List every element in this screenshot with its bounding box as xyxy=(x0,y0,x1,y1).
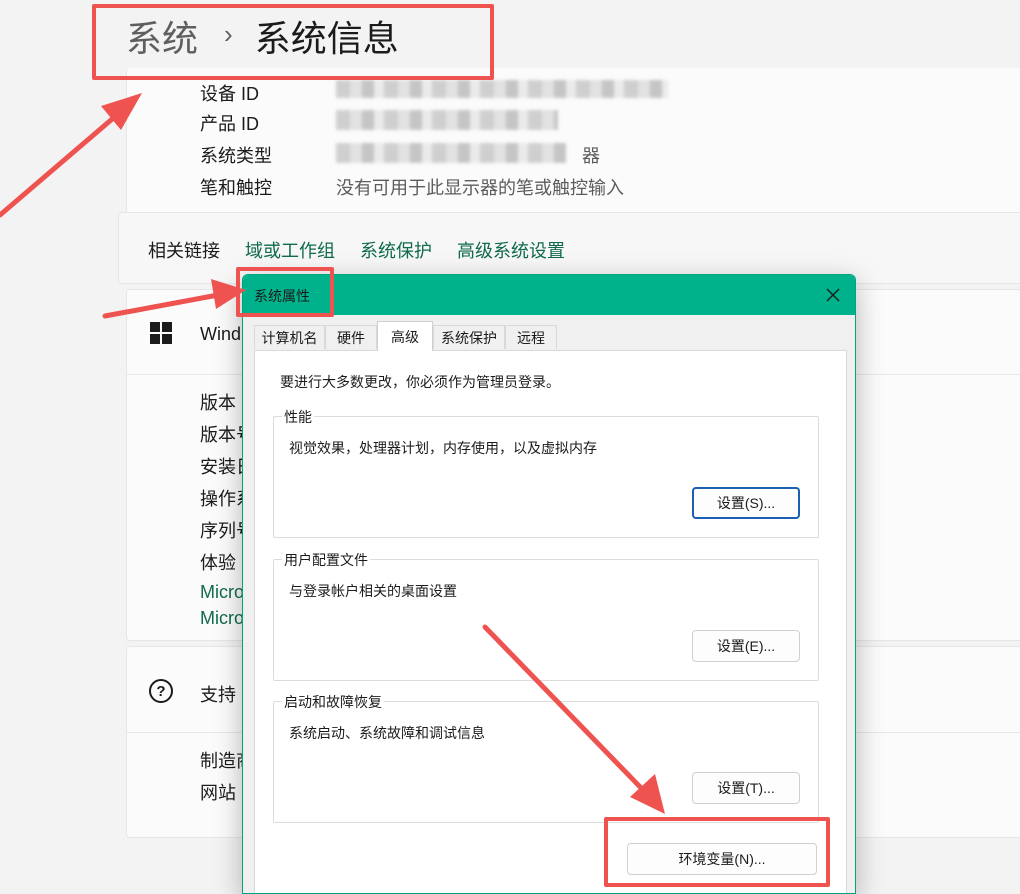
startup-recovery-group: 启动和故障恢复 系统启动、系统故障和调试信息 设置(T)... xyxy=(273,692,819,823)
redacted-product-id xyxy=(336,110,558,130)
help-icon: ? xyxy=(149,679,173,703)
tab-advanced[interactable]: 高级 xyxy=(377,321,433,351)
performance-settings-button[interactable]: 设置(S)... xyxy=(692,487,800,519)
windows-logo-icon xyxy=(150,322,172,344)
user-profiles-settings-button[interactable]: 设置(E)... xyxy=(692,630,800,662)
user-profiles-group-title: 用户配置文件 xyxy=(282,550,370,570)
performance-group-desc: 视觉效果，处理器计划，内存使用，以及虚拟内存 xyxy=(289,440,597,456)
admin-note: 要进行大多数更改，你必须作为管理员登录。 xyxy=(280,374,560,390)
win-spec-edition: 版本 xyxy=(200,393,236,413)
spec-label-system-type: 系统类型 xyxy=(200,146,272,166)
spec-value-pen-touch: 没有可用于此显示器的笔或触控输入 xyxy=(336,178,624,198)
dialog-body: 计算机名 硬件 高级 系统保护 远程 要进行大多数更改，你必须作为管理员登录。 … xyxy=(243,315,855,893)
redacted-system-type xyxy=(336,143,566,163)
user-profiles-group-desc: 与登录帐户相关的桌面设置 xyxy=(289,583,457,599)
startup-recovery-group-title: 启动和故障恢复 xyxy=(282,692,384,712)
win-spec-experience: 体验 xyxy=(200,553,236,573)
user-profiles-group: 用户配置文件 与登录帐户相关的桌面设置 设置(E)... xyxy=(273,550,819,681)
env-button-highlight-box xyxy=(604,817,830,887)
close-icon[interactable] xyxy=(819,281,847,309)
spec-label-device-id: 设备 ID xyxy=(200,84,260,104)
system-properties-dialog: 系统属性 计算机名 硬件 高级 系统保护 远程 要进行大多数更改，你必须作为管理… xyxy=(242,274,856,894)
performance-group: 性能 视觉效果，处理器计划，内存使用，以及虚拟内存 设置(S)... xyxy=(273,407,819,538)
support-website: 网站 xyxy=(200,783,236,803)
spec-label-product-id: 产品 ID xyxy=(200,114,260,134)
performance-group-title: 性能 xyxy=(282,407,314,427)
windows-specs-heading[interactable]: Wind xyxy=(200,324,241,345)
link-advanced-system-settings[interactable]: 高级系统设置 xyxy=(457,237,565,263)
spec-value-system-type-suffix: 器 xyxy=(582,146,600,166)
ms-license-terms-link[interactable]: Micro xyxy=(200,608,244,629)
ms-services-agreement-link[interactable]: Micro xyxy=(200,582,244,603)
tab-system-protection[interactable]: 系统保护 xyxy=(433,325,505,349)
spec-label-pen-touch: 笔和触控 xyxy=(200,178,272,198)
dialog-title-highlight-box xyxy=(236,267,334,317)
redacted-device-id xyxy=(336,80,668,98)
breadcrumb-highlight-box xyxy=(92,4,494,80)
startup-recovery-group-desc: 系统启动、系统故障和调试信息 xyxy=(289,725,485,741)
tab-remote[interactable]: 远程 xyxy=(505,325,557,349)
tab-computer-name[interactable]: 计算机名 xyxy=(254,325,325,349)
link-system-protection[interactable]: 系统保护 xyxy=(360,237,432,263)
advanced-tab-panel: 要进行大多数更改，你必须作为管理员登录。 性能 视觉效果，处理器计划，内存使用，… xyxy=(254,350,847,893)
tab-hardware[interactable]: 硬件 xyxy=(325,325,377,349)
dialog-titlebar[interactable]: 系统属性 xyxy=(243,275,855,315)
startup-recovery-settings-button[interactable]: 设置(T)... xyxy=(692,772,800,804)
related-links-title: 相关链接 xyxy=(148,241,220,261)
arrow-to-breadcrumb xyxy=(0,93,142,218)
link-domain-workgroup[interactable]: 域或工作组 xyxy=(245,237,335,263)
support-heading[interactable]: 支持 xyxy=(200,681,236,707)
